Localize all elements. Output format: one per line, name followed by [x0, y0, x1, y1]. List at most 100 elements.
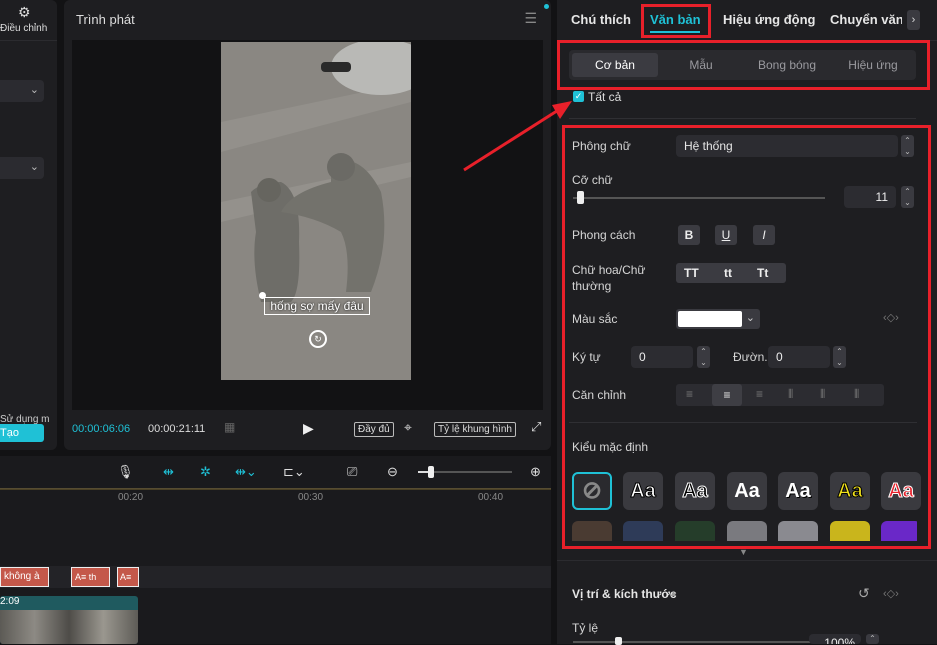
preset-grey[interactable] [727, 521, 767, 541]
section-divider [569, 422, 917, 423]
player-title: Trình phát [76, 12, 135, 27]
resize-handle[interactable] [259, 292, 266, 299]
preset-white[interactable]: Aa [727, 472, 767, 510]
select-all-label: Tất cả [588, 90, 622, 104]
size-value: 11 [875, 190, 888, 204]
no-style-icon[interactable]: ⊘ [572, 472, 612, 510]
sliders-icon: ⚙ [18, 4, 31, 20]
size-slider[interactable] [573, 197, 825, 199]
collapse-caret-icon[interactable]: ▼ [739, 547, 748, 557]
preset-outline-black[interactable]: Aa [623, 472, 663, 510]
tab-animation[interactable]: Hiệu ứng động [723, 12, 815, 27]
scale-slider[interactable] [573, 641, 813, 643]
tab-text-to-speech[interactable]: Chuyển văn b [830, 12, 902, 27]
adjust-tab[interactable]: ⚙ Điều chỉnh [0, 0, 57, 41]
focus-icon[interactable]: ⌖ [404, 419, 412, 436]
font-spinner[interactable]: ⌃ ⌄ [901, 135, 914, 157]
uppercase-button[interactable]: TT [684, 266, 699, 280]
line-spacing-spinner[interactable]: ⌃ ⌄ [833, 346, 846, 368]
lowercase-button[interactable]: tt [724, 266, 732, 280]
video-clip[interactable]: 2:09 [0, 596, 138, 644]
text-clip[interactable]: không à [0, 567, 49, 587]
preset-black-on-white[interactable]: Aa [675, 472, 715, 510]
align-group: ≡ ≡ ≡ ⦀ ⦀ ⦀ [676, 384, 884, 406]
annotation-tab-box [641, 4, 711, 38]
fullscreen-icon[interactable]: ⤢ [531, 419, 541, 435]
size-spinner[interactable]: ⌃ ⌄ [901, 186, 914, 208]
zoom-out-icon[interactable]: ⊖ [387, 464, 398, 480]
scale-input[interactable]: 100% [809, 634, 861, 644]
mic-icon[interactable]: 🎙 [117, 464, 134, 480]
properties-panel: Chú thích Văn bản Hiệu ứng động Chuyển v… [557, 0, 937, 645]
preset-navy[interactable] [623, 521, 663, 541]
vertical-align-bottom-icon[interactable]: ⦀ [854, 387, 859, 402]
preset-red[interactable]: Aa [881, 472, 921, 510]
work-area-bar [0, 488, 551, 490]
preset-green[interactable] [675, 521, 715, 541]
vertical-align-top-icon[interactable]: ⦀ [788, 387, 793, 402]
rotate-icon[interactable]: ↻ [309, 330, 327, 348]
video-thumbnails [0, 610, 138, 644]
total-time: 00:00:21:11 [148, 423, 206, 435]
vertical-align-middle-icon[interactable]: ⦀ [820, 387, 825, 402]
char-spacing-input[interactable]: 0 [631, 346, 693, 368]
full-button[interactable]: Đầy đủ [354, 422, 394, 437]
current-time: 00:00:06:06 [72, 423, 131, 435]
grid-icon[interactable]: ▦ [224, 420, 235, 434]
preset-white-shadow[interactable]: Aa [778, 472, 818, 510]
size-slider-thumb[interactable] [577, 191, 584, 204]
align-label: Căn chỉnh [572, 388, 627, 402]
video-frame[interactable]: hống sợ mấy đâu ↻ [221, 42, 411, 380]
chevron-right-icon[interactable]: › [907, 10, 920, 30]
link-icon[interactable]: ⇹ [163, 464, 174, 480]
font-select[interactable]: Hệ thống [676, 135, 898, 157]
reset-icon[interactable]: ↺ [858, 585, 870, 602]
size-input[interactable]: 11 [844, 186, 896, 208]
align-center-icon[interactable]: ≡ [712, 384, 742, 406]
tab-caption[interactable]: Chú thích [571, 12, 631, 27]
preset-purple[interactable] [881, 521, 917, 541]
preset-yellow[interactable]: Aa [830, 472, 870, 510]
preset-label: Kiểu mặc định [572, 440, 649, 454]
preset-gold[interactable] [830, 521, 870, 541]
font-value: Hệ thống [684, 139, 733, 153]
ratio-button[interactable]: Tỷ lệ khung hình [434, 422, 516, 437]
keyframe-icon[interactable]: ‹◇› [883, 587, 899, 600]
align-right-icon[interactable]: ≡ [756, 387, 763, 401]
italic-button[interactable]: I [753, 225, 775, 245]
preset-light-grey[interactable] [778, 521, 818, 541]
case-label: Chữ hoa/Chữ thường [572, 263, 646, 293]
play-icon[interactable]: ▶ [303, 420, 314, 437]
preset-brown[interactable] [572, 521, 612, 541]
menu-icon[interactable]: ☰ [524, 10, 537, 27]
text-clip-2[interactable]: A≡ [117, 567, 139, 587]
align-left-icon[interactable]: ≡ [686, 387, 693, 401]
create-button[interactable]: Tạo [0, 424, 44, 442]
snap-icon[interactable]: ⇹⌄ [235, 464, 257, 480]
text-clip-selected[interactable]: A≡ th [71, 567, 110, 587]
font-label: Phông chữ [572, 139, 631, 153]
split-icon[interactable]: ⊏⌄ [283, 464, 305, 480]
magnet-icon[interactable]: ✲ [200, 464, 211, 480]
zoom-in-icon[interactable]: ⊕ [530, 464, 541, 480]
underline-button[interactable]: U [715, 225, 737, 245]
scale-value: 100% [824, 636, 855, 644]
preview-icon[interactable]: ⎚ [347, 464, 357, 480]
zoom-slider-thumb[interactable] [428, 466, 434, 478]
case-group: TT tt Tt [676, 263, 786, 283]
bold-button[interactable]: B [678, 225, 700, 245]
titlecase-button[interactable]: Tt [757, 266, 768, 280]
caption-box[interactable]: hống sợ mấy đâu [264, 297, 370, 315]
line-spacing-value: 0 [776, 350, 783, 364]
chevron-down-icon: ⌄ [745, 312, 755, 324]
keyframe-icon[interactable]: ‹◇› [883, 311, 899, 324]
adjust-select-1[interactable]: ⌄ [0, 80, 44, 102]
size-label: Cỡ chữ [572, 173, 613, 187]
char-spacing-spinner[interactable]: ⌃ ⌄ [697, 346, 710, 368]
scale-label: Tỷ lệ [572, 621, 599, 635]
line-spacing-input[interactable]: 0 [768, 346, 830, 368]
adjust-select-2[interactable]: ⌄ [0, 157, 44, 179]
color-picker[interactable]: ⌄ [676, 309, 760, 329]
position-section-title[interactable]: Vị trí & kích thước [572, 587, 677, 601]
scale-spinner[interactable]: ⌃ [866, 634, 879, 644]
